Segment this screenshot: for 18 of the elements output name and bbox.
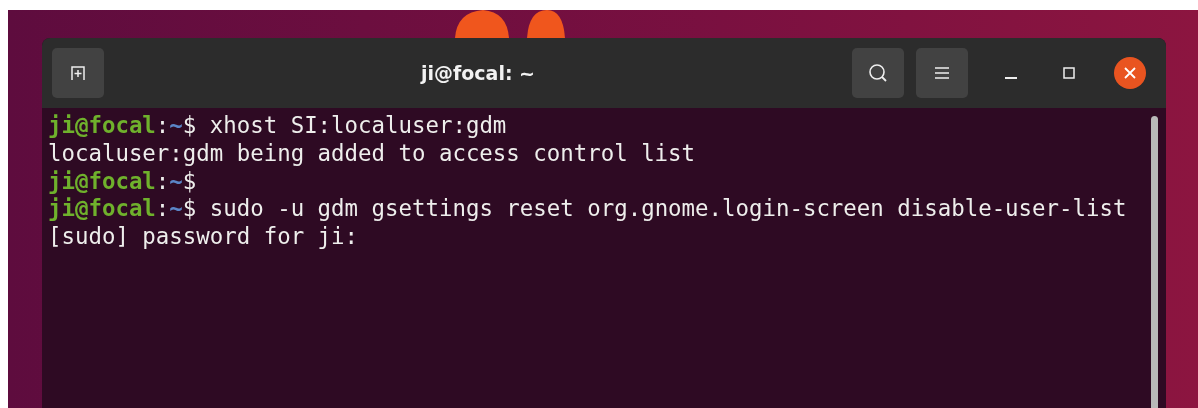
- search-icon: [867, 62, 889, 84]
- prompt-line: ji@focal:~$ sudo -u gdm gsettings reset org.gnome.login-screen disable-user-list: [48, 195, 1127, 224]
- close-icon: [1123, 66, 1137, 80]
- scrollbar[interactable]: [1151, 116, 1158, 408]
- minimize-icon: [1005, 77, 1017, 79]
- close-button[interactable]: [1114, 57, 1146, 89]
- maximize-icon: [1063, 67, 1075, 79]
- prompt-line: ji@focal:~$: [48, 167, 197, 196]
- menu-icon: [934, 66, 950, 80]
- menu-button[interactable]: [916, 48, 968, 98]
- new-tab-button[interactable]: [52, 48, 104, 98]
- output-line: [sudo] password for ji:: [48, 223, 359, 251]
- prompt-line: ji@focal:~$ xhost SI:localuser:gdm: [48, 112, 507, 140]
- new-tab-icon: [69, 64, 87, 82]
- window-title: ji@focal: ~: [419, 62, 537, 84]
- terminal-area[interactable]: ji@focal:~$ xhost SI:localuser:gdm localuser:gdm being added to access control list ji@focal:~$ ji@focal:~$ sudo -u gdm gsettings reset org.gnome.login-screen disable-user-list [sudo] password for ji:: [42, 108, 1166, 408]
- search-button[interactable]: [852, 48, 904, 98]
- output-line: localuser:gdm being added to access control list: [48, 139, 696, 168]
